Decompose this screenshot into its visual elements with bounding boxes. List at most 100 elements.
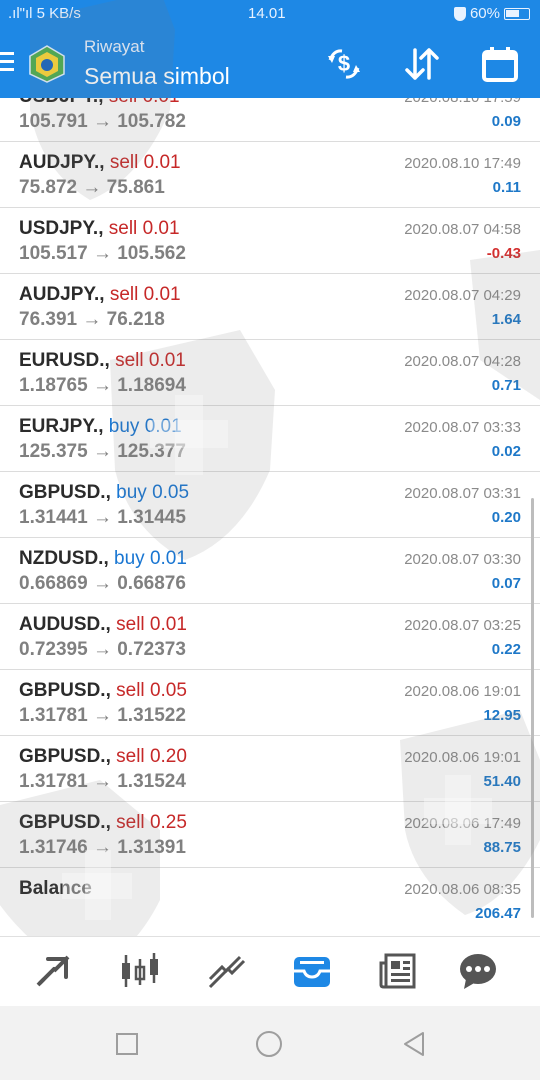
home-icon[interactable]	[255, 1030, 283, 1058]
page-title[interactable]: Semua simbol	[84, 63, 230, 90]
clock: 14.01	[248, 5, 286, 22]
currency-exchange-icon[interactable]: $	[322, 42, 366, 86]
recent-apps-icon[interactable]	[113, 1030, 141, 1058]
trade-row[interactable]: AUDJPY., sell 0.01 76.391 → 76.218 2020.…	[0, 274, 540, 340]
trade-symbol: USDJPY., sell 0.01	[19, 218, 180, 239]
trade-prices: 1.31746 → 1.31391	[19, 837, 186, 858]
trade-prices: 0.66869 → 0.66876	[19, 573, 186, 594]
trade-row[interactable]: GBPUSD., sell 0.25 1.31746 → 1.31391 202…	[0, 802, 540, 868]
news-icon[interactable]	[378, 951, 418, 991]
trade-profit: 0.09	[491, 113, 521, 130]
history-icon[interactable]	[292, 951, 332, 991]
trade-prices: 1.31441 → 1.31445	[19, 507, 186, 528]
trade-direction: sell 0.01	[109, 98, 180, 107]
trade-profit: 0.20	[491, 509, 521, 526]
trade-symbol: GBPUSD., sell 0.20	[19, 746, 187, 767]
balance-row[interactable]: Balance 2020.08.06 08:35 206.47	[0, 868, 540, 934]
trade-direction: sell 0.01	[109, 284, 181, 305]
trade-row[interactable]: EURJPY., buy 0.01 125.375 → 125.377 2020…	[0, 406, 540, 472]
trade-date: 2020.08.07 04:28	[404, 353, 521, 370]
trade-symbol: NZDUSD., buy 0.01	[19, 548, 187, 569]
battery-icon	[504, 7, 530, 20]
trade-prices: 105.517 → 105.562	[19, 243, 186, 264]
trade-row[interactable]: EURUSD., sell 0.01 1.18765 → 1.18694 202…	[0, 340, 540, 406]
back-icon[interactable]	[400, 1030, 428, 1058]
trade-row[interactable]: NZDUSD., buy 0.01 0.66869 → 0.66876 2020…	[0, 538, 540, 604]
trade-prices: 1.18765 → 1.18694	[19, 375, 186, 396]
trade-symbol: AUDUSD., sell 0.01	[19, 614, 187, 635]
trade-row[interactable]: AUDUSD., sell 0.01 0.72395 → 0.72373 202…	[0, 604, 540, 670]
chat-icon[interactable]	[458, 951, 498, 991]
trade-direction: sell 0.01	[115, 350, 186, 371]
trade-prices: 1.31781 → 1.31522	[19, 705, 186, 726]
trade-symbol: GBPUSD., buy 0.05	[19, 482, 190, 503]
trade-date: 2020.08.06 19:01	[404, 749, 521, 766]
battery-percent: 60%	[469, 5, 500, 22]
trade-direction: sell 0.01	[116, 614, 187, 635]
trade-date: 2020.08.07 03:25	[404, 617, 521, 634]
trade-profit: 88.75	[483, 839, 521, 856]
trade-date: 2020.08.07 03:30	[404, 551, 521, 568]
svg-text:$: $	[338, 51, 350, 76]
trade-symbol: GBPUSD., sell 0.05	[19, 680, 187, 701]
trade-profit: 0.02	[491, 443, 521, 460]
chart-icon[interactable]	[120, 951, 160, 991]
trade-prices: 1.31781 → 1.31524	[19, 771, 186, 792]
trade-prices: 75.872 → 75.861	[19, 177, 165, 198]
trade-date: 2020.08.10 17:59	[404, 98, 521, 106]
trade-direction: buy 0.01	[114, 548, 187, 569]
sort-icon[interactable]	[400, 42, 444, 86]
shield-icon	[453, 6, 466, 21]
balance-amount: 206.47	[475, 905, 521, 922]
status-bar: .ıl"ıl 5 KB/s 14.01 60%	[0, 0, 540, 28]
trade-date: 2020.08.07 04:58	[404, 221, 521, 238]
trade-direction: buy 0.05	[116, 482, 190, 503]
scrollbar[interactable]	[531, 498, 534, 918]
trade-prices: 105.791 → 105.782	[19, 111, 186, 132]
trade-row[interactable]: GBPUSD., buy 0.05 1.31441 → 1.31445 2020…	[0, 472, 540, 538]
trade-row[interactable]: GBPUSD., sell 0.05 1.31781 → 1.31522 202…	[0, 670, 540, 736]
history-list[interactable]: USDJPY., sell 0.01 105.791 → 105.782 202…	[0, 98, 540, 936]
trade-profit: 51.40	[483, 773, 521, 790]
trade-row[interactable]: USDJPY., sell 0.01 105.517 → 105.562 202…	[0, 208, 540, 274]
balance-label: Balance	[19, 878, 92, 899]
trade-direction: sell 0.20	[116, 746, 187, 767]
balance-date: 2020.08.06 08:35	[404, 881, 521, 898]
trade-symbol: GBPUSD., sell 0.25	[19, 812, 187, 833]
trade-profit: 0.07	[491, 575, 521, 592]
trade-date: 2020.08.06 17:49	[404, 815, 521, 832]
trade-prices: 76.391 → 76.218	[19, 309, 165, 330]
system-nav	[0, 1006, 540, 1080]
trade-symbol: AUDJPY., sell 0.01	[19, 152, 181, 173]
network-status: .ıl"ıl 5 KB/s	[8, 5, 81, 22]
trade-date: 2020.08.07 04:29	[404, 287, 521, 304]
trade-prices: 125.375 → 125.377	[19, 441, 186, 462]
trade-icon[interactable]	[206, 951, 246, 991]
quotes-icon[interactable]	[34, 951, 74, 991]
trade-profit: 0.11	[492, 179, 521, 196]
trade-symbol: USDJPY., sell 0.01	[19, 98, 180, 108]
trade-symbol: AUDJPY., sell 0.01	[19, 284, 181, 305]
trade-date: 2020.08.07 03:31	[404, 485, 521, 502]
trade-row[interactable]: GBPUSD., sell 0.20 1.31781 → 1.31524 202…	[0, 736, 540, 802]
trade-date: 2020.08.07 03:33	[404, 419, 521, 436]
trade-date: 2020.08.06 19:01	[404, 683, 521, 700]
trade-symbol: EURJPY., buy 0.01	[19, 416, 182, 437]
trade-row[interactable]: AUDJPY., sell 0.01 75.872 → 75.861 2020.…	[0, 142, 540, 208]
trade-profit: 0.22	[491, 641, 521, 658]
trade-profit: 1.64	[491, 311, 521, 328]
trade-date: 2020.08.10 17:49	[404, 155, 521, 172]
trade-symbol: EURUSD., sell 0.01	[19, 350, 186, 371]
status-right: 60%	[453, 5, 530, 22]
trade-row[interactable]: USDJPY., sell 0.01 105.791 → 105.782 202…	[0, 98, 540, 142]
calendar-icon[interactable]	[478, 42, 522, 86]
trade-direction: sell 0.01	[108, 218, 180, 239]
bottom-nav	[0, 936, 540, 1006]
trade-direction: sell 0.25	[116, 812, 187, 833]
trade-prices: 0.72395 → 0.72373	[19, 639, 186, 660]
menu-icon[interactable]	[0, 52, 16, 74]
trade-profit: 0.71	[491, 377, 521, 394]
app-header: .ıl"ıl 5 KB/s 14.01 60% Riwayat Semua si…	[0, 0, 540, 98]
trade-direction: buy 0.01	[108, 416, 182, 437]
app-logo[interactable]	[26, 44, 68, 84]
